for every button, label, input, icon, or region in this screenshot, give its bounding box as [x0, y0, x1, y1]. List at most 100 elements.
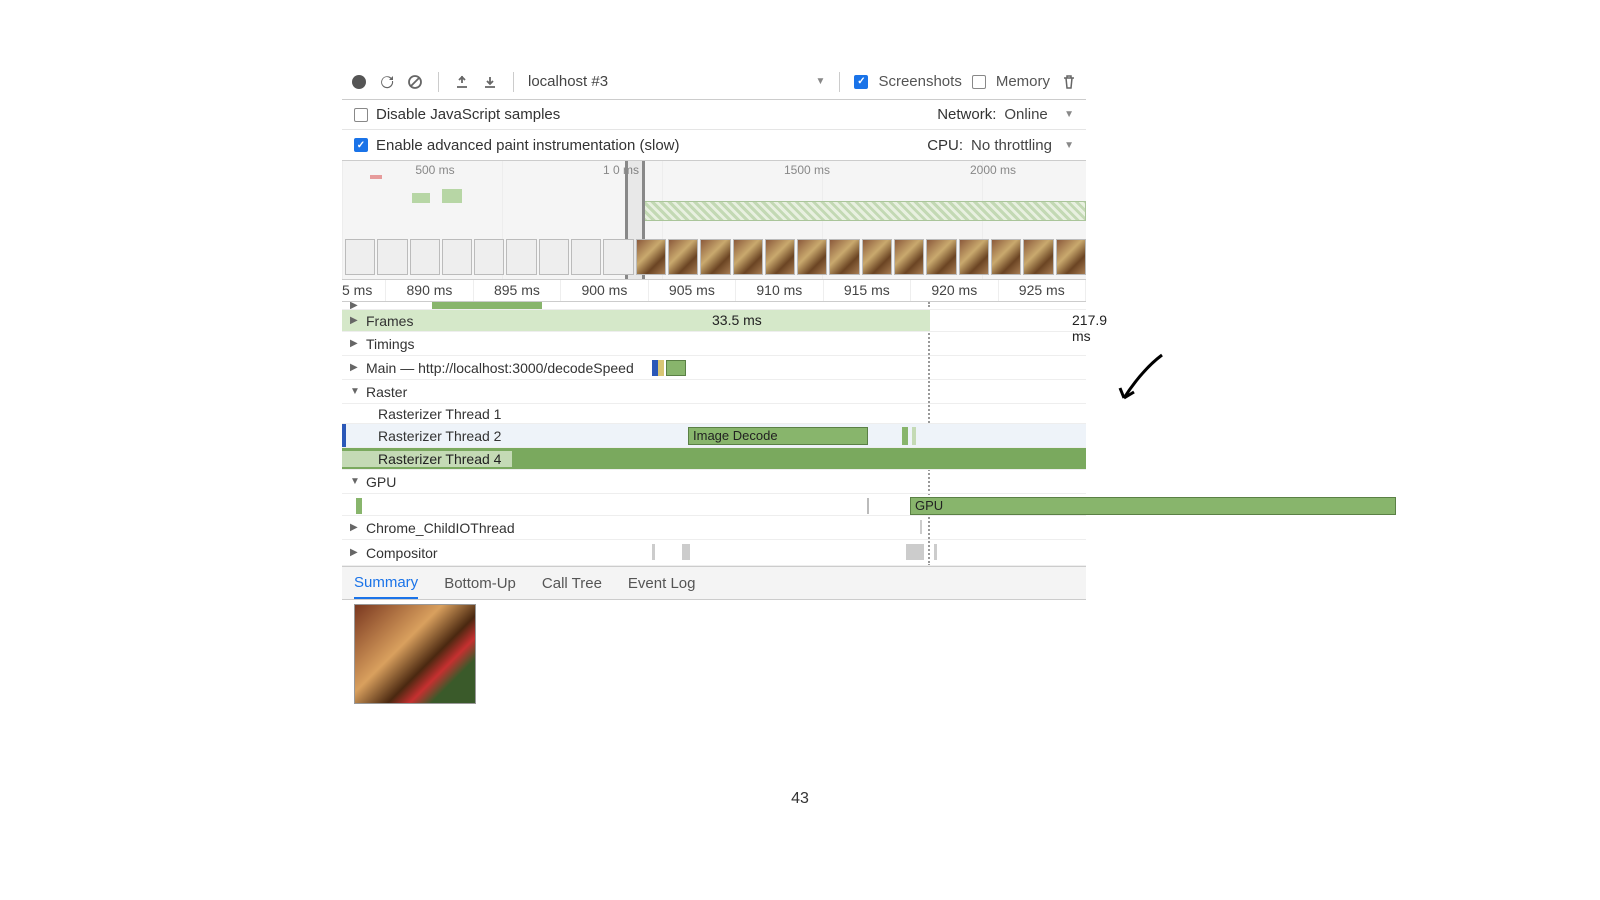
track-label-gpu: GPU [366, 474, 396, 490]
details-tabs: Summary Bottom-Up Call Tree Event Log [342, 566, 1086, 600]
filmstrip-thumb[interactable] [700, 239, 730, 275]
garbage-collect-button[interactable] [1060, 73, 1078, 91]
ruler-tick: 895 ms [474, 280, 561, 301]
filmstrip-thumb[interactable] [1023, 239, 1053, 275]
filmstrip-thumb[interactable] [668, 239, 698, 275]
timeline-overview[interactable]: 500 ms 1 0 ms 1500 ms 2000 ms [342, 160, 1086, 280]
perf-toolbar: localhost #3 ▼ ✓ Screenshots Memory [342, 64, 1086, 100]
filmstrip-thumb[interactable] [345, 239, 375, 275]
annotation-arrow [1112, 350, 1172, 413]
devtools-performance-panel: localhost #3 ▼ ✓ Screenshots Memory Disa… [342, 64, 1086, 704]
gpu-segment-label: GPU [915, 498, 943, 513]
detail-time-ruler[interactable]: 5 ms 890 ms 895 ms 900 ms 905 ms 910 ms … [342, 280, 1086, 302]
network-throttle-select[interactable]: Online ▼ [1004, 106, 1074, 123]
filmstrip-thumb[interactable] [571, 239, 601, 275]
tab-call-tree[interactable]: Call Tree [542, 575, 602, 592]
filmstrip-thumb[interactable] [991, 239, 1021, 275]
disclosure-triangle-icon[interactable]: ▶ [350, 315, 362, 326]
filmstrip-thumb[interactable] [377, 239, 407, 275]
enable-paint-instr-checkbox[interactable]: ✓ [354, 138, 368, 152]
memory-label: Memory [996, 73, 1050, 90]
disable-js-samples-checkbox[interactable] [354, 108, 368, 122]
track-label-timings: Timings [366, 336, 415, 352]
clear-button[interactable] [406, 73, 424, 91]
toolbar-divider [513, 72, 514, 92]
filmstrip-thumb[interactable] [894, 239, 924, 275]
tab-summary[interactable]: Summary [354, 567, 418, 599]
disclosure-triangle-icon[interactable]: ▶ [350, 522, 362, 533]
tab-event-log[interactable]: Event Log [628, 575, 696, 592]
settings-row-1: Disable JavaScript samples Network: Onli… [342, 100, 1086, 130]
filmstrip-thumb[interactable] [1056, 239, 1086, 275]
toolbar-divider [839, 72, 840, 92]
slide-page-number: 43 [0, 790, 1600, 808]
filmstrip-thumb[interactable] [410, 239, 440, 275]
tab-bottom-up[interactable]: Bottom-Up [444, 575, 516, 592]
recording-target-select[interactable]: localhost #3 ▼ [528, 73, 825, 90]
track-row-child-io[interactable]: ▶ Chrome_ChildIOThread [342, 516, 1086, 540]
filmstrip-thumb[interactable] [765, 239, 795, 275]
memory-checkbox[interactable] [972, 75, 986, 89]
filmstrip-thumb[interactable] [829, 239, 859, 275]
track-row-main[interactable]: ▶ Main — http://localhost:3000/decodeSpe… [342, 356, 1086, 380]
io-segment[interactable] [920, 520, 922, 534]
disclosure-triangle-icon[interactable]: ▶ [350, 362, 362, 373]
gpu-segment[interactable] [356, 498, 362, 514]
filmstrip-thumb[interactable] [474, 239, 504, 275]
gpu-large-segment[interactable]: GPU [910, 497, 1396, 515]
filmstrip-thumb[interactable] [926, 239, 956, 275]
flame-chart-tracks[interactable]: ▶ ▶ Frames 33.5 ms 217.9 ms ▶ Timings [342, 302, 1086, 566]
track-row-gpu-body[interactable]: GPU [342, 494, 1086, 516]
ruler-tick: 920 ms [911, 280, 998, 301]
ruler-tick: 910 ms [736, 280, 823, 301]
track-row-raster-t1[interactable]: Rasterizer Thread 1 [342, 404, 1086, 424]
reload-button[interactable] [378, 73, 396, 91]
track-label-raster: Raster [366, 384, 407, 400]
screenshots-checkbox[interactable]: ✓ [854, 75, 868, 89]
screenshots-label: Screenshots [878, 73, 961, 90]
image-decode-segment[interactable]: Image Decode [688, 427, 868, 445]
compositor-segment[interactable] [652, 544, 655, 560]
disclosure-triangle-icon[interactable]: ▶ [350, 547, 362, 558]
disclosure-triangle-icon[interactable]: ▼ [350, 476, 362, 487]
main-event-segment[interactable] [658, 360, 664, 376]
disclosure-triangle-icon[interactable]: ▶ [350, 302, 362, 310]
enable-paint-instr-label: Enable advanced paint instrumentation (s… [376, 137, 680, 154]
cpu-throttle-select[interactable]: No throttling ▼ [971, 137, 1074, 154]
filmstrip-thumb[interactable] [862, 239, 892, 275]
compositor-segment[interactable] [906, 544, 924, 560]
compositor-segment[interactable] [682, 544, 690, 560]
disclosure-triangle-icon[interactable]: ▼ [350, 386, 362, 397]
compositor-segment[interactable] [934, 544, 937, 560]
gpu-segment[interactable] [867, 498, 869, 514]
filmstrip-thumb[interactable] [539, 239, 569, 275]
filmstrip-thumb[interactable] [733, 239, 763, 275]
toolbar-divider [438, 72, 439, 92]
filmstrip-thumb[interactable] [603, 239, 633, 275]
raster-segment[interactable] [902, 427, 908, 445]
chevron-down-icon: ▼ [1064, 109, 1074, 120]
network-label: Network: [937, 106, 996, 123]
raster-segment[interactable] [912, 427, 916, 445]
load-profile-button[interactable] [453, 73, 471, 91]
track-row-frames[interactable]: ▶ Frames 33.5 ms 217.9 ms [342, 310, 1086, 332]
filmstrip-thumb[interactable] [636, 239, 666, 275]
track-row-raster-t2[interactable]: Rasterizer Thread 2 Image Decode [342, 424, 1086, 448]
filmstrip-thumb[interactable] [959, 239, 989, 275]
record-button[interactable] [350, 73, 368, 91]
filmstrip-thumb[interactable] [442, 239, 472, 275]
overview-tick: 1 0 ms [528, 163, 714, 177]
disclosure-triangle-icon[interactable]: ▶ [350, 338, 362, 349]
save-profile-button[interactable] [481, 73, 499, 91]
selected-track-indicator [342, 424, 346, 447]
filmstrip-thumb[interactable] [797, 239, 827, 275]
filmstrip-thumb[interactable] [506, 239, 536, 275]
main-event-segment[interactable] [666, 360, 686, 376]
ruler-tick: 890 ms [386, 280, 473, 301]
track-row-timings[interactable]: ▶ Timings [342, 332, 1086, 356]
track-row-raster[interactable]: ▼ Raster [342, 380, 1086, 404]
track-row-compositor[interactable]: ▶ Compositor [342, 540, 1086, 566]
track-row-gpu[interactable]: ▼ GPU [342, 470, 1086, 494]
track-row-raster-t4[interactable]: Rasterizer Thread 4 [342, 448, 1086, 470]
ruler-tick: 925 ms [999, 280, 1086, 301]
